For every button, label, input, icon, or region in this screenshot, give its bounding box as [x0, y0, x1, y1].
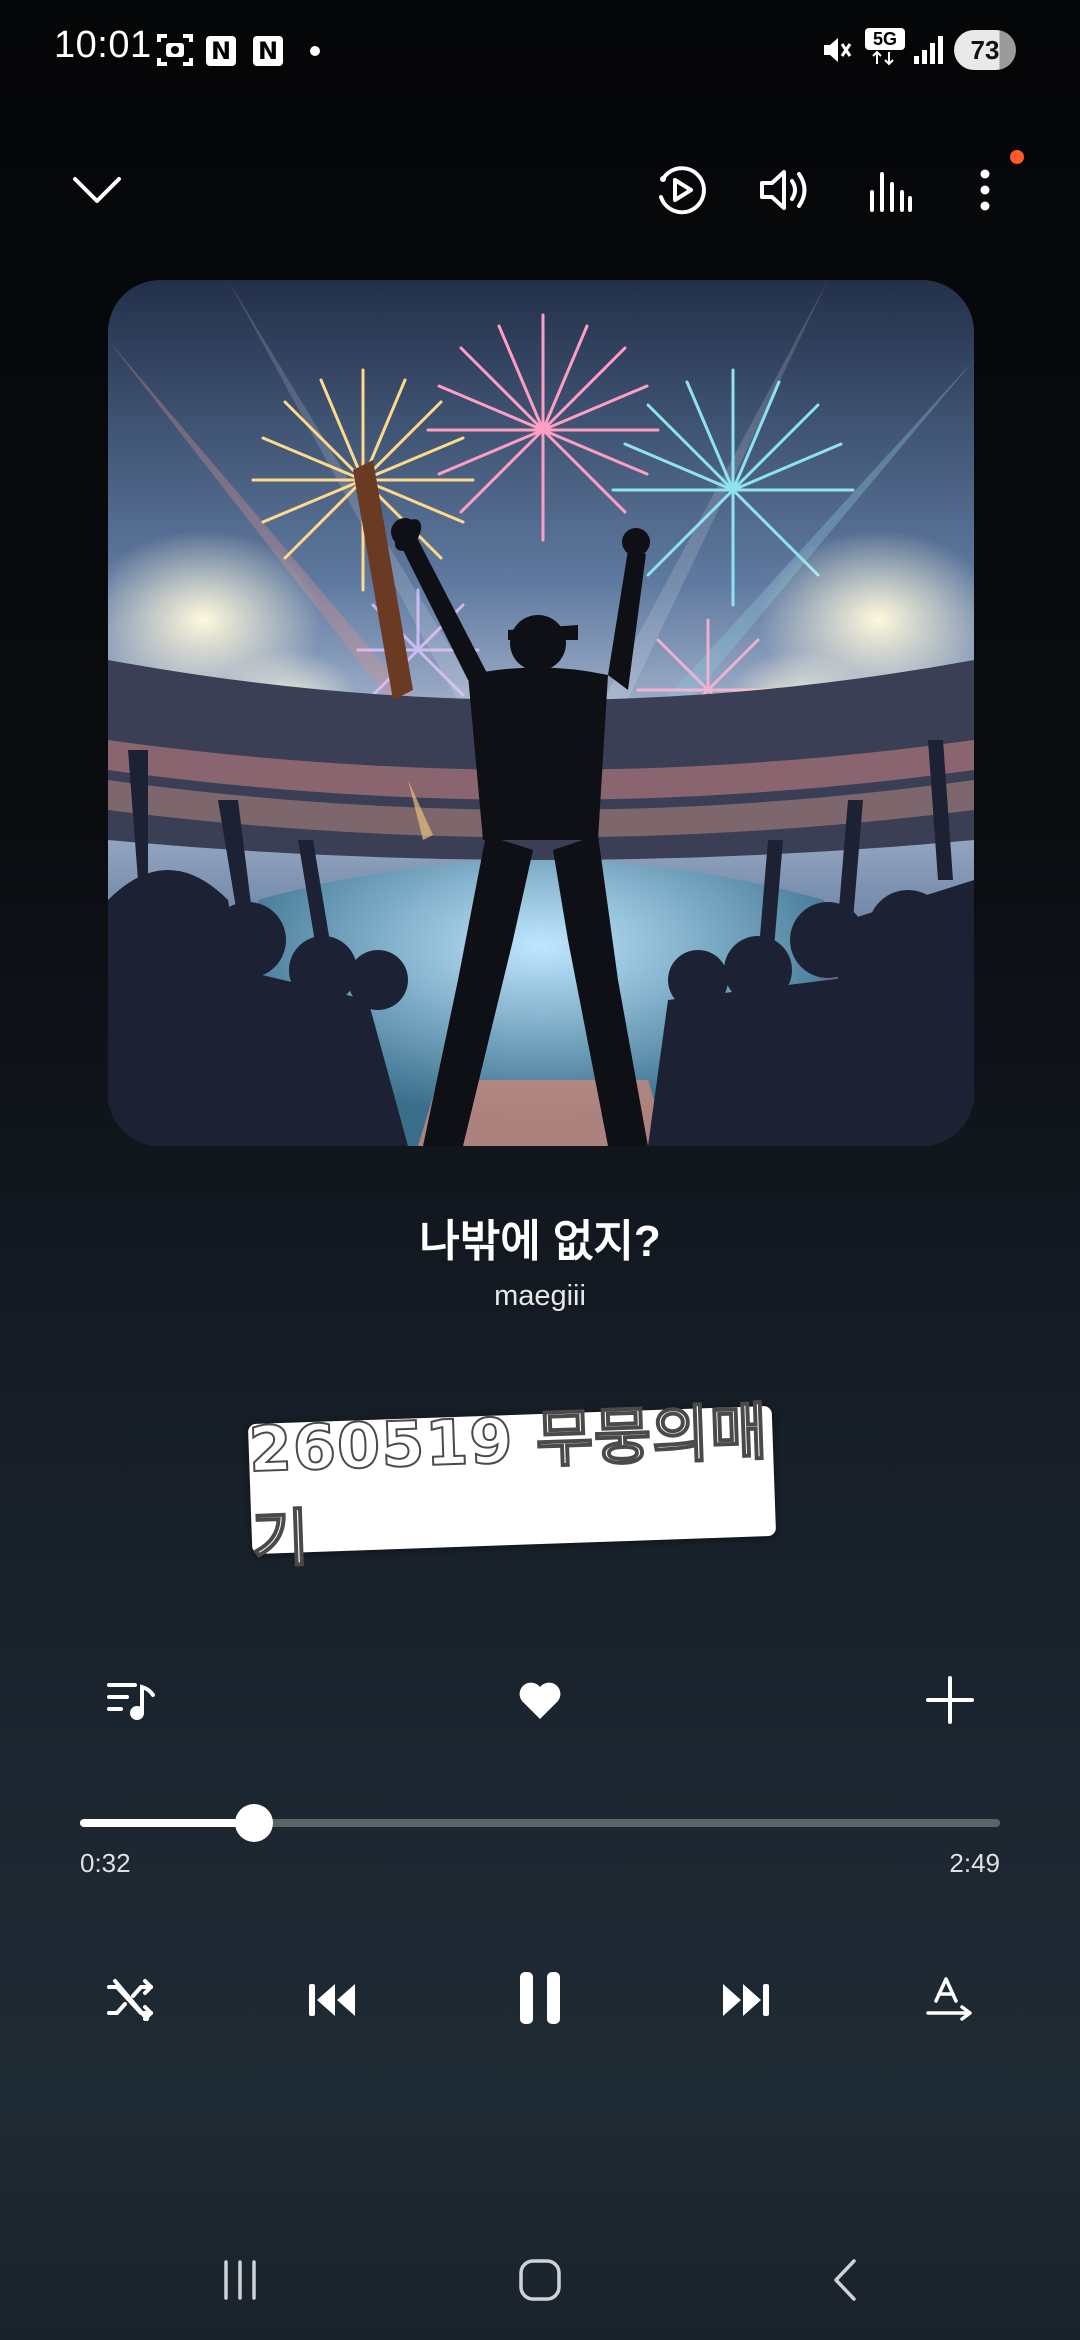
status-time: 10:01: [54, 24, 152, 66]
song-title: 나밖에 없지?: [419, 1217, 661, 1266]
lyric-text: 260519 무뭉의매기: [247, 1394, 771, 1577]
progress-fill: [80, 1819, 254, 1827]
plus-icon[interactable]: [915, 1670, 985, 1730]
home-icon[interactable]: [500, 2245, 580, 2315]
screenshot-icon: [155, 30, 195, 70]
skip-previous-icon[interactable]: [298, 1965, 368, 2035]
duration-time: 2:49: [949, 1848, 1000, 1878]
recents-icon[interactable]: [200, 2245, 280, 2315]
lyric-card: 260519 무뭉의매기: [247, 1394, 777, 1577]
network-5g-icon: 5G: [865, 28, 905, 70]
cast-play-icon[interactable]: [650, 160, 710, 220]
more-vertical-icon[interactable]: [960, 160, 1010, 220]
skip-next-icon[interactable]: [710, 1965, 780, 2035]
heart-icon[interactable]: [505, 1670, 575, 1730]
equalizer-icon[interactable]: [860, 160, 920, 220]
playlist-icon[interactable]: [96, 1670, 166, 1730]
chevron-down-icon[interactable]: [62, 160, 132, 220]
pause-icon[interactable]: [500, 1958, 580, 2038]
notification-n-icon: N: [206, 36, 236, 66]
album-art: [108, 280, 974, 1146]
shuffle-off-icon[interactable]: [96, 1965, 166, 2035]
progress-thumb[interactable]: [234, 1804, 273, 1842]
volume-icon[interactable]: [755, 160, 815, 220]
battery-icon: 73: [954, 30, 1016, 70]
mute-icon: [818, 32, 854, 68]
notification-n-icon: N: [253, 36, 283, 66]
song-artist[interactable]: maegiii: [0, 1280, 1080, 1313]
elapsed-time: 0:32: [80, 1848, 131, 1878]
update-badge: [1010, 150, 1024, 164]
more-notifications-dot: [310, 46, 320, 56]
repeat-a-icon[interactable]: [915, 1965, 985, 2035]
signal-icon: [912, 34, 948, 66]
back-icon[interactable]: [805, 2245, 885, 2315]
